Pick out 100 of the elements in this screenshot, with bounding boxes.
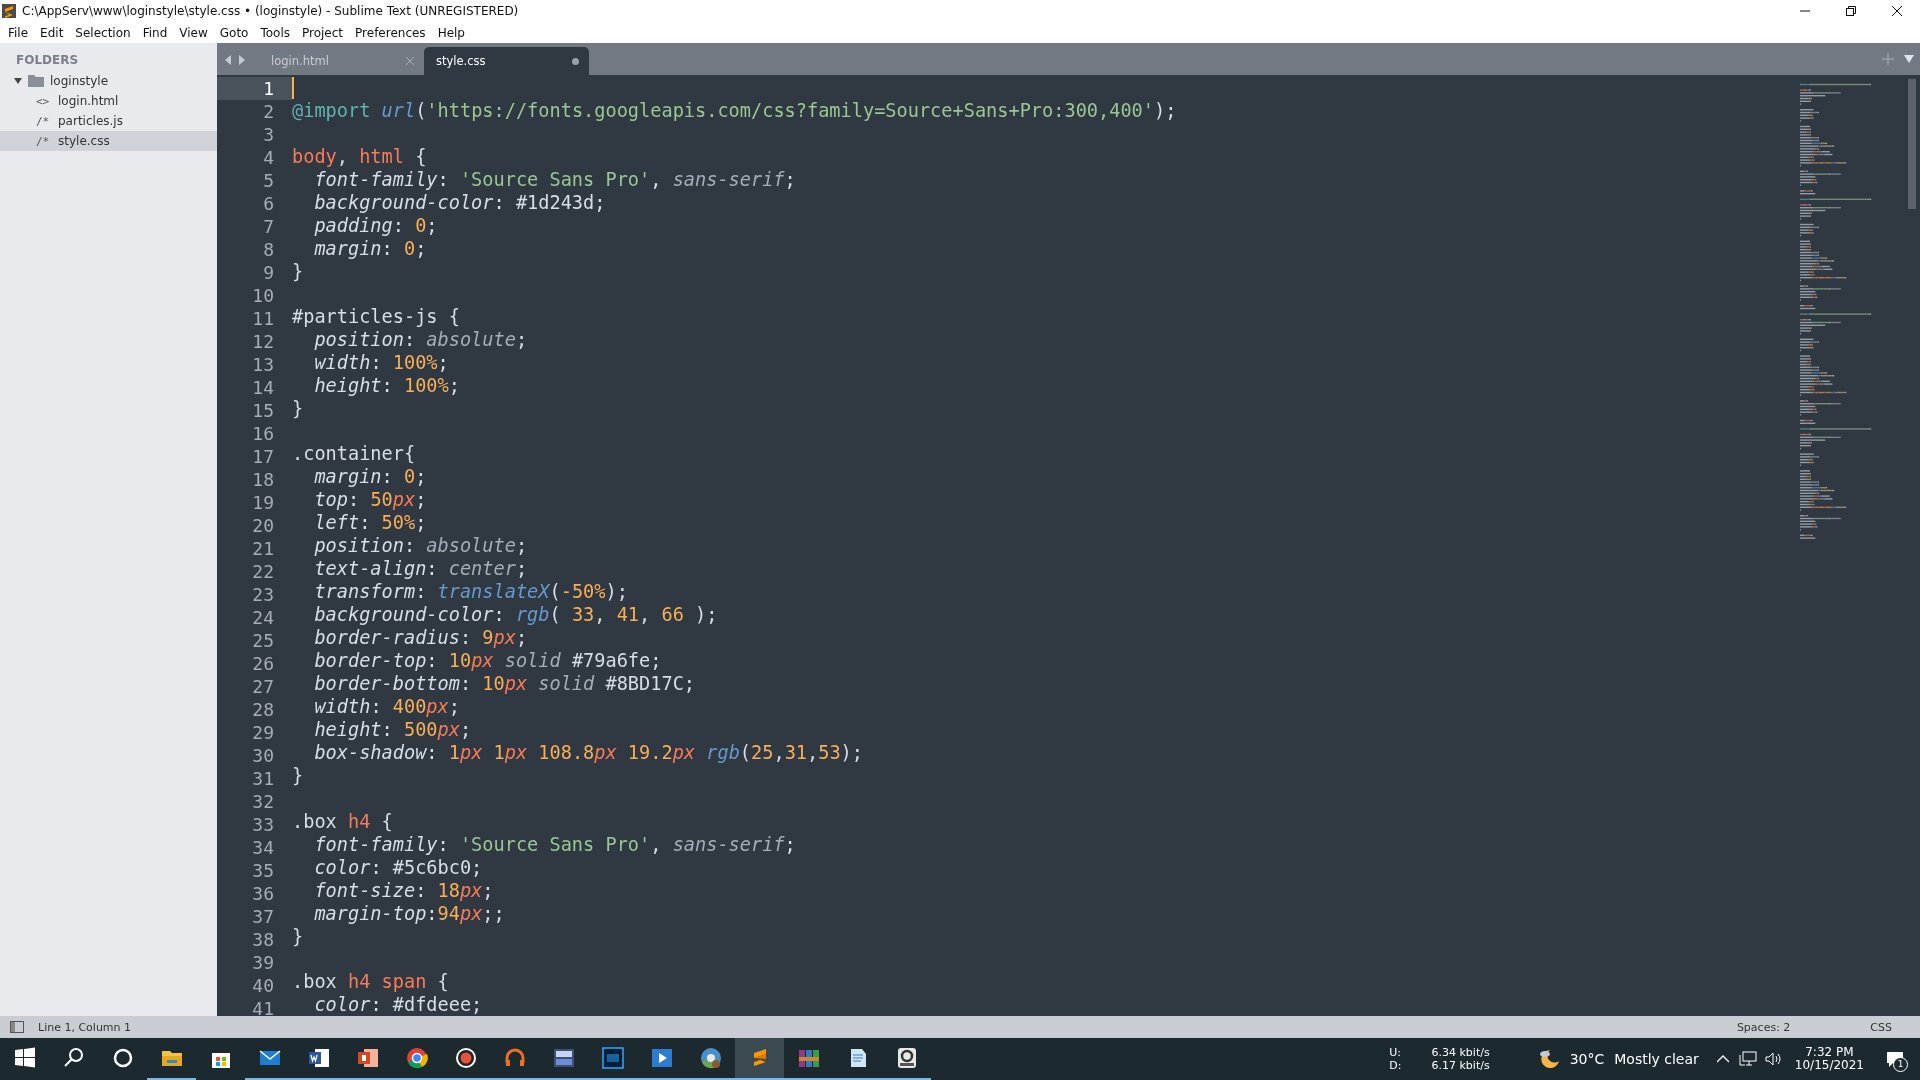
chevron-up-icon[interactable] xyxy=(1716,1055,1729,1063)
menu-item[interactable]: Find xyxy=(136,25,174,40)
weather-text[interactable]: Mostly clear xyxy=(1614,1051,1699,1067)
clock-time[interactable]: 7:32 PM xyxy=(1805,1046,1854,1059)
line-number: 28 xyxy=(251,698,275,721)
document-icon[interactable] xyxy=(306,1046,331,1070)
file-type-glyph: /* xyxy=(36,114,51,128)
line-number: 13 xyxy=(251,353,275,376)
line-number: 30 xyxy=(251,744,275,767)
line-number: 1 xyxy=(217,77,292,100)
record-icon[interactable] xyxy=(453,1046,478,1070)
network-icon[interactable] xyxy=(1738,1051,1757,1067)
code-line: text-align: center; xyxy=(313,557,528,581)
menu-item[interactable]: Edit xyxy=(34,25,70,40)
line-number: 31 xyxy=(251,767,275,790)
expanded-arrow-icon[interactable] xyxy=(14,77,22,85)
browser-icon[interactable] xyxy=(404,1046,429,1070)
indentation-setting[interactable]: Spaces: 2 xyxy=(1736,1020,1791,1034)
code-line: .container{ xyxy=(292,442,416,466)
code-line: border-radius: 9px; xyxy=(313,626,528,650)
code-line: background-color: #1d243d; xyxy=(313,190,606,214)
sidebar-heading: FOLDERS xyxy=(16,53,80,67)
line-number: 40 xyxy=(251,974,275,997)
line-number: 23 xyxy=(251,583,275,606)
syntax-setting[interactable]: CSS xyxy=(1870,1020,1892,1034)
menu-item[interactable]: Preferences xyxy=(349,25,432,40)
windows-icon[interactable] xyxy=(12,1046,37,1070)
code-line: width: 400px; xyxy=(313,695,460,719)
line-number: 20 xyxy=(251,514,275,537)
panel-toggle-icon[interactable] xyxy=(10,1021,24,1033)
code-line: } xyxy=(292,259,304,283)
line-number: 14 xyxy=(251,376,275,399)
line-number: 10 xyxy=(251,284,275,307)
code-line: margin: 0; xyxy=(313,236,427,260)
dropdown-icon[interactable] xyxy=(1904,55,1914,63)
code-line: .box h4 span { xyxy=(292,969,449,993)
clock-date[interactable]: 10/15/2021 xyxy=(1794,1059,1864,1072)
folder-name[interactable]: loginstyle xyxy=(50,74,108,88)
moon-cloud-icon[interactable] xyxy=(1537,1048,1560,1070)
menu-item[interactable]: Selection xyxy=(69,25,137,40)
code-line: color: #5c6bc0; xyxy=(313,855,483,879)
code-line: font-size: 18px; xyxy=(313,878,494,902)
menu-item[interactable]: Tools xyxy=(254,25,296,40)
unsaved-dot-icon xyxy=(572,57,579,65)
code-line: color: #dfdeee; xyxy=(313,992,483,1016)
code-line: height: 500px; xyxy=(313,718,472,742)
file-name[interactable]: particles.js xyxy=(58,114,123,128)
line-number: 15 xyxy=(251,399,275,422)
presentation-icon[interactable] xyxy=(355,1046,380,1070)
menu-item[interactable]: File xyxy=(2,25,35,40)
line-number: 19 xyxy=(251,491,275,514)
line-number: 2 xyxy=(262,100,275,123)
download-label: D: xyxy=(1389,1059,1402,1072)
file-name[interactable]: login.html xyxy=(58,94,119,108)
code-line: body, html { xyxy=(292,144,427,168)
close-icon[interactable] xyxy=(1892,6,1902,16)
code-line: } xyxy=(292,764,304,788)
line-number: 38 xyxy=(251,928,275,951)
scrollbar-thumb[interactable] xyxy=(1908,79,1916,209)
volume-icon[interactable] xyxy=(1764,1052,1781,1066)
line-number: 32 xyxy=(251,790,275,813)
tab-navigation-icon[interactable] xyxy=(225,55,245,65)
menu-item[interactable]: Help xyxy=(431,25,471,40)
restore-icon[interactable] xyxy=(1846,6,1856,16)
menu-item[interactable]: Project xyxy=(296,25,350,40)
window-title: C:\AppServ\www\loginstyle\style.css • (loginstyle) - Sublime Text (UNREGISTERED) xyxy=(22,4,520,18)
app-icon[interactable] xyxy=(551,1046,576,1070)
line-number: 21 xyxy=(251,537,275,560)
file-name[interactable]: style.css xyxy=(58,134,110,148)
line-number: 24 xyxy=(251,606,275,629)
file-type-glyph: /* xyxy=(36,134,51,148)
cursor-position[interactable]: Line 1, Column 1 xyxy=(38,1020,132,1034)
code-line: width: 100%; xyxy=(313,351,449,374)
browser-icon[interactable] xyxy=(698,1046,723,1070)
temperature[interactable]: 30°C xyxy=(1569,1051,1605,1067)
line-number: 22 xyxy=(251,560,275,583)
code-line: transform: translateX(-50%); xyxy=(313,580,628,604)
download-speed: 6.17 kbit/s xyxy=(1431,1059,1490,1072)
line-number: 39 xyxy=(251,951,275,974)
menu-item[interactable]: Goto xyxy=(213,25,255,40)
code-line: .box h4 { xyxy=(292,809,393,833)
upload-label: U: xyxy=(1389,1046,1402,1059)
menu-item[interactable]: View xyxy=(173,25,214,40)
line-number: 33 xyxy=(251,813,275,836)
line-number: 29 xyxy=(251,721,275,744)
line-number: 4 xyxy=(262,146,275,169)
line-number: 11 xyxy=(251,307,275,330)
line-number: 37 xyxy=(251,905,275,928)
code-line: margin: 0; xyxy=(313,465,427,489)
code-line: } xyxy=(292,397,304,420)
code-line: #particles-js { xyxy=(292,305,460,328)
code-line: background-color: rgb( 33, 41, 66 ); xyxy=(313,603,718,627)
code-line: border-bottom: 10px solid #8BD17C; xyxy=(313,672,695,696)
tab[interactable]: style.css xyxy=(424,47,589,75)
line-number: 35 xyxy=(251,859,275,882)
code-line: margin-top:94px;; xyxy=(313,901,505,925)
folder-icon xyxy=(28,75,44,87)
line-number: 12 xyxy=(251,330,275,353)
play-icon[interactable] xyxy=(649,1046,674,1070)
code-line: padding: 0; xyxy=(313,213,438,237)
